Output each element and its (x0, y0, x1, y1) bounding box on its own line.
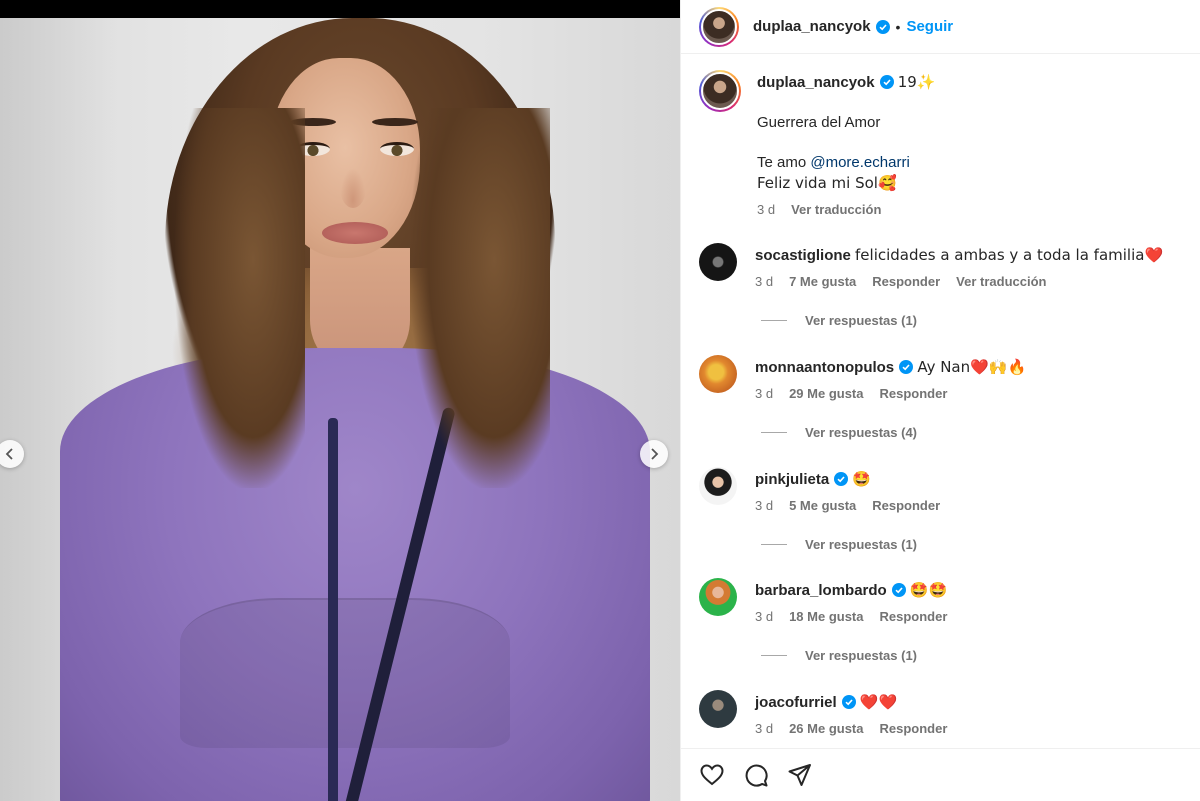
comment-text: Ay Nan❤️🙌🔥 (917, 358, 1027, 376)
avatar-image (701, 8, 737, 45)
replies-rule (761, 655, 787, 656)
reply-button[interactable]: Responder (880, 721, 948, 736)
reply-button[interactable]: Responder (872, 274, 940, 289)
comment-text: felicidades a ambas y a toda la familia❤… (855, 246, 1164, 264)
verified-badge-icon (841, 695, 856, 709)
comment-item: joacofurriel ❤️❤️ 3 d 26 Me gusta Respon… (699, 690, 1195, 736)
view-replies-label: Ver respuestas (1) (805, 648, 918, 663)
commenter-avatar[interactable] (699, 355, 737, 393)
caption-line: Te amo (757, 154, 811, 171)
hair-front-left (175, 108, 305, 488)
right-eye (380, 142, 414, 156)
verified-badge-icon (879, 75, 894, 89)
comment-time: 3 d (755, 721, 774, 736)
comment-username[interactable]: monnaantonopulos (755, 359, 894, 376)
verified-badge-icon (891, 583, 906, 597)
lips (322, 222, 388, 244)
view-replies-label: Ver respuestas (4) (805, 425, 918, 440)
post-media[interactable] (0, 0, 680, 801)
view-replies-label: Ver respuestas (1) (805, 537, 918, 552)
comment-time: 3 d (755, 498, 774, 513)
comment-username[interactable]: socastiglione (755, 247, 851, 264)
chevron-left-icon (5, 448, 13, 460)
comment-likes[interactable]: 18 Me gusta (789, 609, 863, 624)
post-header: duplaa_nancyok • Seguir (681, 0, 1200, 54)
translate-link[interactable]: Ver traducción (956, 274, 1046, 289)
paper-plane-icon[interactable] (787, 762, 813, 788)
comment-likes[interactable]: 29 Me gusta (789, 386, 863, 401)
caption: duplaa_nancyok 19✨ Guerrera del Amor Te … (699, 70, 1197, 217)
commenter-avatar[interactable] (699, 243, 737, 281)
replies-rule (761, 544, 787, 545)
post-photo (0, 18, 680, 801)
nose (340, 168, 366, 208)
post-actions-bar (681, 748, 1200, 801)
commenter-avatar[interactable] (699, 690, 737, 728)
reply-button[interactable]: Responder (880, 609, 948, 624)
commenter-avatar[interactable] (699, 467, 737, 505)
comment-item: pinkjulieta 🤩 3 d 5 Me gusta Responder (699, 467, 1195, 513)
chevron-right-icon (651, 448, 659, 460)
avatar-image (701, 72, 739, 110)
hoodie-pocket (180, 598, 510, 748)
comment-username[interactable]: joacofurriel (755, 694, 837, 711)
view-replies-button[interactable]: Ver respuestas (4) (761, 425, 917, 440)
caption-time: 3 d (757, 202, 776, 217)
carousel-next-button[interactable] (640, 440, 668, 468)
reply-button[interactable]: Responder (880, 386, 948, 401)
separator-dot: • (895, 18, 901, 35)
comment-username[interactable]: pinkjulieta (755, 471, 829, 488)
comment-username[interactable]: barbara_lombardo (755, 582, 887, 599)
comment-time: 3 d (755, 386, 774, 401)
comment-time: 3 d (755, 274, 774, 289)
replies-rule (761, 432, 787, 433)
caption-username[interactable]: duplaa_nancyok (757, 74, 875, 91)
reply-button[interactable]: Responder (872, 498, 940, 513)
commenter-avatar[interactable] (699, 578, 737, 616)
comment-text: 🤩 (852, 470, 872, 488)
verified-badge-icon (834, 472, 849, 486)
author-username[interactable]: duplaa_nancyok (753, 18, 871, 35)
comment-likes[interactable]: 26 Me gusta (789, 721, 863, 736)
comment-item: barbara_lombardo 🤩🤩 3 d 18 Me gusta Resp… (699, 578, 1195, 624)
mention-link[interactable]: @more.echarri (810, 154, 909, 171)
comment-item: socastiglione felicidades a ambas y a to… (699, 243, 1195, 289)
comment-time: 3 d (755, 609, 774, 624)
caption-line: Guerrera del Amor (757, 114, 881, 131)
verified-badge-icon (899, 360, 914, 374)
translate-link[interactable]: Ver traducción (791, 202, 881, 217)
view-replies-label: Ver respuestas (1) (805, 313, 918, 328)
comment-item: monnaantonopulos Ay Nan❤️🙌🔥 3 d 29 Me gu… (699, 355, 1195, 401)
post-details-panel: duplaa_nancyok • Seguir duplaa_nancyok 1… (680, 0, 1200, 801)
comment-likes[interactable]: 5 Me gusta (789, 498, 856, 513)
comment-text: 🤩🤩 (909, 581, 948, 599)
comment-bubble-icon[interactable] (743, 762, 769, 788)
caption-line: Feliz vida mi Sol🥰 (757, 174, 897, 192)
verified-badge-icon (875, 19, 890, 34)
view-replies-button[interactable]: Ver respuestas (1) (761, 648, 917, 663)
view-replies-button[interactable]: Ver respuestas (1) (761, 313, 917, 328)
comment-likes[interactable]: 7 Me gusta (789, 274, 856, 289)
replies-rule (761, 320, 787, 321)
caption-avatar[interactable] (699, 70, 741, 112)
hair-front-right (410, 108, 550, 488)
view-replies-button[interactable]: Ver respuestas (1) (761, 537, 917, 552)
follow-button[interactable]: Seguir (906, 18, 953, 35)
heart-outline-icon[interactable] (699, 762, 725, 788)
author-avatar[interactable] (699, 6, 739, 47)
caption-text: 19✨ (897, 73, 936, 91)
comment-text: ❤️❤️ (859, 693, 898, 711)
hoodie-zipper (328, 418, 338, 801)
comments-list[interactable]: duplaa_nancyok 19✨ Guerrera del Amor Te … (681, 56, 1200, 746)
